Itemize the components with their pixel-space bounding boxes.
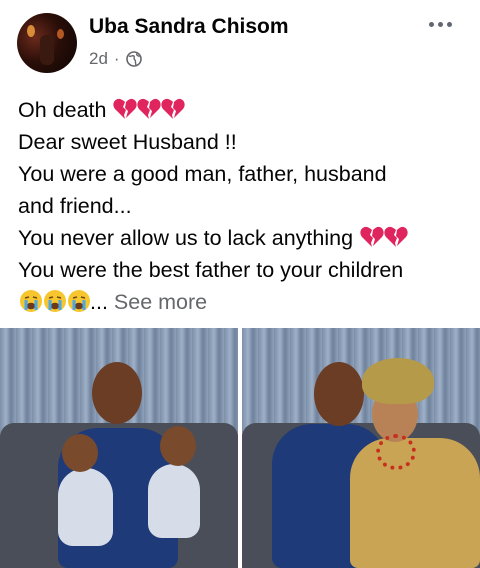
dot: [437, 21, 443, 27]
broken-heart-icon: [137, 98, 162, 119]
dot: [428, 21, 434, 27]
broken-heart-icon: [360, 226, 384, 247]
avatar-detail: [57, 29, 64, 39]
broken-heart-icon: [113, 98, 138, 119]
photo-baby: [148, 464, 200, 538]
see-more-link[interactable]: See more: [114, 290, 207, 314]
author-name[interactable]: Uba Sandra Chisom: [89, 15, 289, 39]
avatar-detail: [27, 25, 35, 37]
photo-baby: [58, 468, 113, 546]
photo-baby-head: [62, 434, 98, 472]
meta-separator: ·: [113, 49, 120, 68]
photo-man-head: [314, 362, 364, 426]
broken-heart-icon: [384, 226, 408, 247]
timestamp[interactable]: 2d: [89, 49, 108, 69]
photo-baby-head: [160, 426, 196, 466]
post-line: Oh death: [18, 94, 468, 126]
post-line: You never allow us to lack anything: [18, 222, 468, 254]
more-options-icon[interactable]: [424, 13, 456, 35]
photo-woman-headwrap: [362, 358, 434, 404]
post-line-text: Oh death: [18, 98, 107, 122]
crying-face-icon: [20, 290, 42, 312]
crying-face-icon: [68, 290, 90, 312]
post-line: Dear sweet Husband !!: [18, 130, 237, 154]
globe-icon[interactable]: [125, 51, 142, 67]
crying-face-icon: [44, 290, 66, 312]
post-line: ... See more: [18, 286, 468, 318]
post-header: Uba Sandra Chisom 2d ·: [0, 0, 480, 80]
dot: [446, 21, 452, 27]
post-line: You were a good man, father, husband: [18, 162, 387, 186]
photo-grid: [0, 328, 480, 568]
post-photo[interactable]: [242, 328, 480, 568]
post-line: You were the best father to your childre…: [18, 258, 404, 282]
post-meta: 2d ·: [89, 49, 142, 69]
avatar-detail: [40, 35, 54, 65]
broken-heart-icon: [161, 98, 186, 119]
post-photo[interactable]: [0, 328, 238, 568]
ellipsis: ...: [90, 290, 108, 314]
post-line-text: You never allow us to lack anything: [18, 226, 354, 250]
photo-man-head: [92, 362, 142, 424]
photo-woman-beads: [376, 434, 416, 470]
post-line: and friend...: [18, 194, 132, 218]
avatar[interactable]: [17, 13, 77, 73]
post-body: Oh death Dear sweet Husband !! You were …: [18, 94, 468, 318]
